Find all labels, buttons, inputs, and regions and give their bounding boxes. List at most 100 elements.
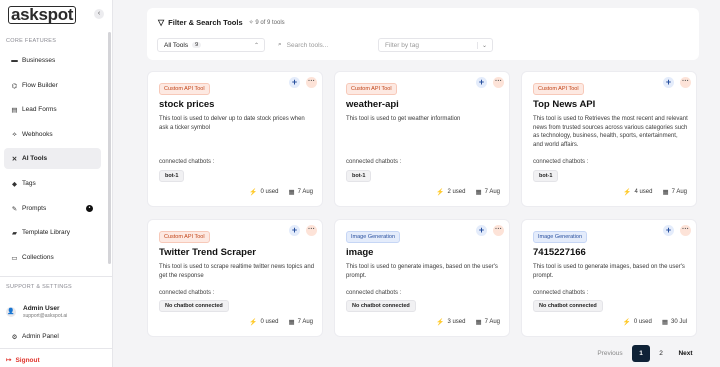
tool-date: 30 Jul (670, 319, 687, 325)
connected-chatbots-label: connected chatbots : (159, 290, 215, 296)
next-page-button[interactable]: Next (673, 345, 698, 362)
tag-icon: ◆ (12, 180, 17, 188)
tag-filter-select[interactable]: Filter by tag ⌄ (378, 38, 493, 52)
category-select[interactable]: All Tools 9 ⌃ (157, 38, 265, 52)
tool-date: 7 Aug (671, 189, 687, 195)
usage-icon: ⚡ (622, 319, 631, 326)
tools-icon: ✕ (11, 155, 18, 163)
signout-label: Signout (15, 356, 40, 364)
sidebar-item-label: Prompts (22, 205, 47, 212)
usage-count: 4 used (634, 189, 653, 195)
user-avatar-icon: 👤 (6, 307, 16, 317)
tool-stats: ⚡ 0 used ▦ 7 Aug (249, 318, 313, 326)
tool-stats: ⚡ 0 used ▦ 30 Jul (623, 318, 687, 326)
tool-type-tag: Image Generation (533, 231, 588, 243)
add-to-chatbot-button[interactable]: + (663, 77, 674, 88)
user-email: support@askspot.ai (23, 313, 68, 319)
tool-title: 7415227166 (533, 247, 586, 258)
tool-title: stock prices (159, 99, 215, 110)
briefcase-icon: ▬ (11, 57, 18, 64)
add-to-chatbot-button[interactable]: + (289, 77, 300, 88)
filter-title: ▽ Filter & Search Tools ✧ 9 of 9 tools (158, 18, 285, 27)
connected-chatbots-label: connected chatbots : (346, 159, 402, 165)
tool-date: 7 Aug (484, 319, 500, 325)
tool-date: 7 Aug (484, 189, 500, 195)
chatbot-chip: bot-1 (159, 170, 185, 182)
add-to-chatbot-button[interactable]: + (476, 77, 487, 88)
collection-icon: ▭ (11, 254, 18, 262)
more-options-icon[interactable]: ··· (493, 225, 504, 236)
tool-date: 7 Aug (297, 189, 313, 195)
tool-description: This tool is used to Retrieves the most … (533, 116, 688, 148)
sidebar-item-flow-builder[interactable]: ⌬ Flow Builder (4, 75, 101, 96)
usage-count: 0 used (260, 189, 279, 195)
search-input[interactable]: ⌕ Search tools... (274, 38, 374, 52)
tool-card[interactable]: Custom API Tool + ··· stock prices This tool… (147, 71, 323, 207)
category-value: All Tools (164, 41, 189, 49)
sidebar-item-ai-tools[interactable]: ✕ AI Tools (4, 148, 101, 169)
usage-count: 0 used (260, 319, 279, 325)
sidebar-item-webhooks[interactable]: ⟡ Webhooks (4, 124, 101, 145)
page-1-button[interactable]: 1 (632, 345, 650, 362)
sidebar-item-tags[interactable]: ◆ Tags (4, 173, 101, 194)
sidebar-item-lead-forms[interactable]: ▤ Lead Forms (4, 99, 101, 120)
user-profile[interactable]: 👤 Admin User support@askspot.ai (6, 305, 67, 319)
sidebar-item-label: Template Library (22, 229, 71, 236)
sidebar-item-template-library[interactable]: ▰ Template Library (4, 222, 101, 243)
sidebar-item-businesses[interactable]: ▬ Businesses (4, 50, 101, 71)
search-placeholder: Search tools... (286, 41, 329, 49)
tool-count: ✧ 9 of 9 tools (249, 19, 285, 26)
more-options-icon[interactable]: ··· (306, 225, 317, 236)
webhook-icon: ⟡ (12, 130, 17, 138)
page-2-button[interactable]: 2 (653, 345, 669, 362)
chatbot-chip: bot-1 (346, 170, 372, 182)
sparkle-icon: ✧ (248, 20, 254, 26)
usage-count: 0 used (633, 319, 652, 325)
sidebar-item-label: Collections (22, 254, 54, 261)
sidebar-item-label: Tags (22, 180, 36, 187)
logo-text: askspot (8, 6, 77, 24)
tool-title: weather-api (346, 99, 399, 110)
more-options-icon[interactable]: ··· (680, 225, 691, 236)
calendar-icon: ▦ (288, 319, 295, 326)
tool-card[interactable]: Custom API Tool + ··· weather-api This tool … (334, 71, 510, 207)
more-options-icon[interactable]: ··· (680, 77, 691, 88)
sidebar-divider (0, 276, 112, 277)
signout-icon: ↦ (6, 357, 12, 364)
tool-type-tag: Image Generation (346, 231, 401, 243)
calendar-icon: ▦ (662, 189, 669, 196)
user-name: Admin User (23, 305, 60, 312)
admin-icon: ⚙ (11, 333, 18, 341)
previous-page-button[interactable]: Previous (592, 345, 628, 362)
sidebar-item-collections[interactable]: ▭ Collections (4, 247, 101, 268)
more-options-icon[interactable]: ··· (493, 77, 504, 88)
collapse-sidebar-button[interactable]: ‹ (94, 9, 104, 19)
add-to-chatbot-button[interactable]: + (663, 225, 674, 236)
tool-stats: ⚡ 4 used ▦ 7 Aug (623, 188, 687, 196)
tool-stats: ⚡ 2 used ▦ 7 Aug (436, 188, 500, 196)
more-options-icon[interactable]: ··· (306, 77, 317, 88)
usage-count: 3 used (447, 319, 466, 325)
app-logo[interactable]: askspot (8, 5, 77, 25)
sidebar-item-admin-panel[interactable]: ⚙ Admin Panel (4, 326, 101, 347)
chatbot-chip: bot-1 (533, 170, 559, 182)
tool-card[interactable]: Image Generation + ··· image This tool is us… (334, 219, 510, 337)
section-core-features: CORE FEATURES (6, 38, 57, 44)
sidebar-item-label: Admin Panel (22, 333, 59, 340)
prompt-icon: ✎ (11, 205, 18, 213)
connected-chatbots-label: connected chatbots : (346, 290, 402, 296)
tag-filter-placeholder: Filter by tag (385, 41, 419, 49)
add-to-chatbot-button[interactable]: + (476, 225, 487, 236)
usage-icon: ⚡ (436, 319, 445, 326)
tool-card[interactable]: Custom API Tool + ··· Twitter Trend Scraper… (147, 219, 323, 337)
sidebar-scrollbar[interactable] (108, 32, 111, 264)
tool-card[interactable]: Custom API Tool + ··· Top News API This tool… (521, 71, 697, 207)
tool-title: Twitter Trend Scraper (159, 247, 256, 258)
tool-card[interactable]: Image Generation + ··· 7415227166 This tool … (521, 219, 697, 337)
add-to-chatbot-button[interactable]: + (289, 225, 300, 236)
category-count: 9 (192, 42, 202, 48)
tool-type-tag: Custom API Tool (159, 231, 210, 243)
chatbot-chip: No chatbot connected (159, 300, 229, 312)
signout-button[interactable]: ↦ Signout (6, 356, 40, 365)
tool-stats: ⚡ 0 used ▦ 7 Aug (249, 188, 313, 196)
